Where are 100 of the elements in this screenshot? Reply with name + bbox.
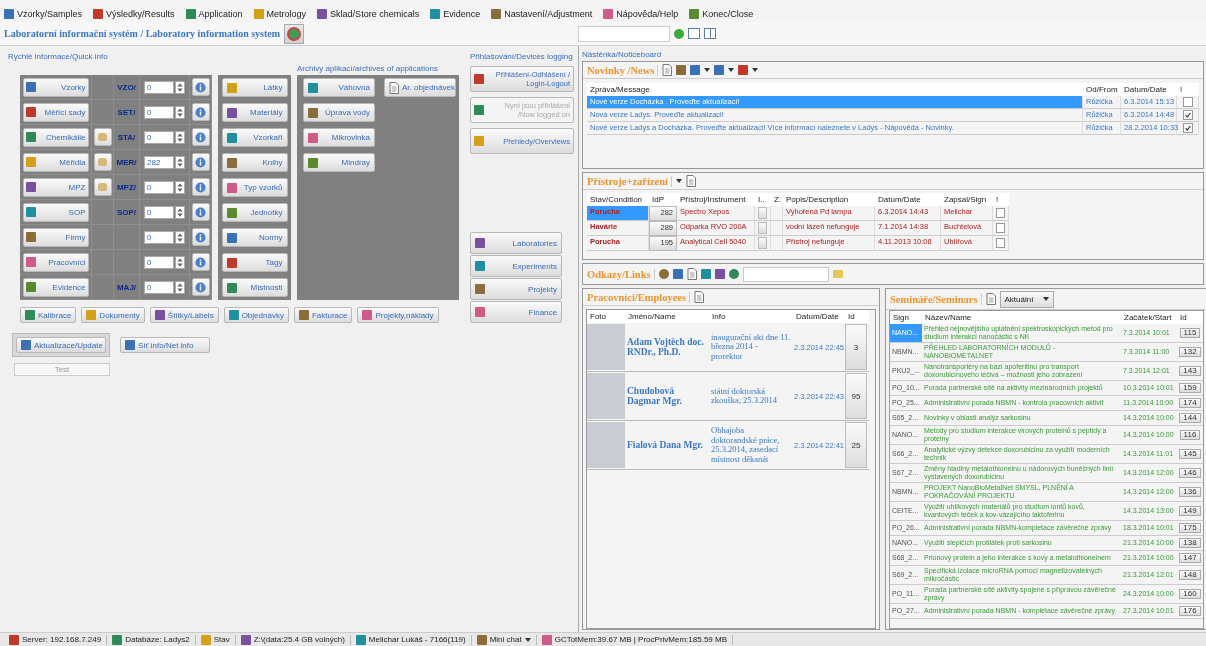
section-button[interactable]: Finance [470,301,562,323]
id-button[interactable]: 138 [1179,538,1201,548]
id-button[interactable]: 159 [1179,383,1201,393]
module-button[interactable]: Dokumenty [81,307,145,323]
id-button[interactable]: 95 [845,373,867,419]
menu-item[interactable]: Sklad/Store chemicals [317,9,420,19]
id-button[interactable]: 176 [1179,606,1201,616]
id-button[interactable]: 136 [1179,487,1201,497]
extra-button[interactable] [93,153,112,171]
id-button[interactable]: 3 [845,324,867,370]
extra-button[interactable] [93,128,112,146]
module-button[interactable]: Fakturace [293,307,353,323]
number-field[interactable]: 0 [144,230,174,244]
info-button[interactable] [191,153,210,171]
menu-item[interactable]: Nastavení/Adjustment [491,9,593,19]
checkbox[interactable] [996,238,1005,248]
menu-item[interactable]: Konec/Close [689,9,754,19]
archive-button[interactable]: Úprava vody [303,103,375,122]
module-button[interactable]: MPZ [22,177,89,197]
archive-button[interactable]: Mindray [303,153,375,172]
module-button[interactable]: Měřidla [22,152,89,172]
checkbox[interactable] [1182,97,1193,107]
menu-item[interactable]: Vzorky/Samples [4,9,83,19]
info-button[interactable] [191,103,210,121]
id-button[interactable]: 175 [1179,523,1201,533]
check-circle-icon[interactable] [674,28,684,39]
module-button[interactable]: Pracovníci [22,252,89,272]
module-button[interactable]: Firmy [22,227,89,247]
archive-button[interactable]: Váhovna [303,78,375,97]
chat-dropdown[interactable]: Mini chat [471,634,537,645]
info-button[interactable] [191,78,210,96]
info-button[interactable] [191,228,210,246]
menu-item[interactable]: Evidence [430,9,481,19]
number-field[interactable]: 282 [144,155,174,169]
menu-item[interactable]: Výsledky/Results [93,9,175,19]
catalog-button[interactable]: Látky [221,78,288,97]
catalog-button[interactable]: Místnosti [221,278,288,297]
filter-dropdown[interactable]: Aktuální [999,290,1055,308]
id-button[interactable]: 116 [1179,430,1201,440]
module-button[interactable]: Objednávky [223,307,289,323]
section-button[interactable]: Projekty [470,278,562,300]
info-button[interactable] [191,278,210,296]
module-button[interactable]: Měřicí sady [22,102,89,122]
info-button[interactable] [191,178,210,196]
catalog-button[interactable]: Normy [221,228,288,247]
archive-button[interactable]: Ar. objednávek [384,78,456,97]
link-field[interactable] [742,266,829,282]
logo-icon[interactable] [284,23,304,44]
module-button[interactable]: Štítky/Labels [149,307,219,323]
checkbox[interactable] [996,223,1005,233]
catalog-button[interactable]: Tagy [221,253,288,272]
id-button[interactable]: 25 [845,422,867,468]
number-field[interactable]: 0 [144,180,174,194]
number-field[interactable]: 0 [144,105,174,119]
menu-item[interactable]: Metrology [253,9,307,19]
id-button[interactable]: 147 [1179,553,1201,563]
number-field[interactable]: 0 [144,130,174,144]
id-button[interactable]: 143 [1179,366,1201,376]
module-button[interactable]: Kalibrace [20,307,77,323]
number-field[interactable]: 0 [144,255,174,269]
id-button[interactable]: 149 [1179,506,1201,516]
module-button[interactable]: Evidence [22,277,89,297]
catalog-button[interactable]: Knihy [221,153,288,172]
module-button[interactable]: Vzorky [22,77,89,97]
search-field[interactable] [578,25,670,42]
id-button[interactable]: 160 [1179,589,1201,599]
section-button[interactable]: Experiments [470,255,562,277]
update-button[interactable]: Aktualizace/Update [16,337,106,353]
checkbox[interactable] [996,208,1005,218]
id-button[interactable]: 146 [1179,468,1201,478]
id-button[interactable]: 148 [1179,570,1201,580]
catalog-button[interactable]: Typ vzorků [221,178,288,197]
module-button[interactable]: Projekty,náklady [357,307,439,323]
archive-button[interactable]: Mikrovlnka [303,128,375,147]
module-button[interactable]: Chemikálie [22,127,89,147]
catalog-button[interactable]: Vzorkaři [221,128,288,147]
info-button[interactable] [191,128,210,146]
section-button[interactable]: Laboratories [470,232,562,254]
tile-icon [475,238,485,248]
info-button[interactable] [191,203,210,221]
checkbox[interactable] [1182,123,1193,133]
menu-item[interactable]: Nápověda/Help [603,9,679,19]
id-button[interactable]: 115 [1179,328,1201,338]
catalog-button[interactable]: Jednotky [221,203,288,222]
catalog-button[interactable]: Materiály [221,103,288,122]
number-field[interactable]: 0 [144,280,174,294]
number-field[interactable]: 0 [144,205,174,219]
module-button[interactable]: SOP [22,202,89,222]
id-button[interactable]: 174 [1179,398,1201,408]
id-button[interactable]: 145 [1179,449,1201,459]
info-button[interactable] [191,253,210,271]
id-button[interactable]: 144 [1179,413,1201,423]
split-window-icon[interactable] [704,28,716,39]
net-info-button[interactable]: Síť info/Net info [120,337,210,353]
menu-item[interactable]: Application [185,9,243,19]
extra-button[interactable] [93,178,112,196]
id-button[interactable]: 132 [1179,347,1201,357]
number-field[interactable]: 0 [144,80,174,94]
window-icon[interactable] [688,28,700,39]
checkbox[interactable] [1182,110,1193,120]
